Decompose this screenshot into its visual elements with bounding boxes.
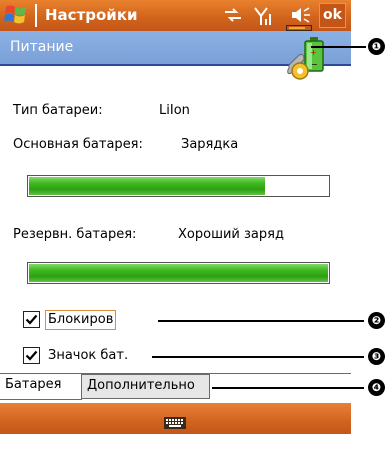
callout-line-1 bbox=[311, 46, 366, 48]
battery-icon-checkbox[interactable] bbox=[23, 347, 40, 364]
callout-line-3 bbox=[152, 356, 364, 358]
callout-line-2 bbox=[158, 320, 364, 322]
callout-2: ❷ bbox=[368, 312, 385, 329]
backup-battery-fill bbox=[29, 264, 328, 282]
battery-type-value: LiIon bbox=[159, 103, 190, 118]
keyboard-icon[interactable] bbox=[164, 414, 186, 429]
tab-battery[interactable]: Батарея bbox=[0, 374, 82, 399]
sync-icon[interactable] bbox=[223, 6, 243, 24]
svg-text:−: − bbox=[311, 60, 318, 69]
svg-text:+: + bbox=[310, 48, 317, 57]
section-title: Питание bbox=[10, 39, 74, 55]
power-settings-icon: + − bbox=[286, 35, 330, 83]
windows-start-icon[interactable] bbox=[3, 3, 29, 27]
tab-advanced[interactable]: Дополнительно bbox=[82, 374, 210, 399]
lock-checkbox[interactable] bbox=[23, 311, 40, 328]
main-battery-label: Основная батарея: bbox=[13, 137, 143, 152]
backup-battery-label: Резервн. батарея: bbox=[13, 227, 137, 242]
volume-icon[interactable] bbox=[290, 6, 312, 24]
callout-4: ❹ bbox=[368, 379, 385, 396]
ok-button[interactable]: ok bbox=[319, 3, 346, 28]
checkmark-icon bbox=[25, 350, 38, 361]
signal-icon[interactable] bbox=[254, 5, 274, 27]
main-battery-fill bbox=[29, 177, 265, 195]
backup-battery-status: Хороший заряд bbox=[178, 227, 284, 242]
main-battery-status: Зарядка bbox=[181, 137, 239, 152]
lock-option-label[interactable]: Блокиров bbox=[45, 310, 117, 330]
checkmark-icon bbox=[25, 314, 38, 325]
tab-battery-label: Батарея bbox=[5, 377, 62, 392]
title-bar: Настройки ok bbox=[0, 0, 351, 31]
battery-icon-option-label[interactable]: Значок бат. bbox=[48, 348, 128, 363]
main-battery-bar bbox=[27, 175, 330, 197]
command-bar bbox=[0, 403, 351, 434]
battery-type-label: Тип батареи: bbox=[13, 103, 103, 118]
callout-3: ❸ bbox=[368, 348, 385, 365]
title-separator bbox=[35, 4, 37, 27]
window-title: Настройки bbox=[45, 6, 138, 24]
backup-battery-bar bbox=[27, 262, 330, 284]
ok-button-label: ok bbox=[323, 7, 342, 23]
callout-1: ❶ bbox=[368, 38, 385, 55]
tab-advanced-label: Дополнительно bbox=[87, 378, 195, 393]
tab-baseline bbox=[0, 399, 82, 400]
callout-line-4 bbox=[212, 387, 364, 389]
